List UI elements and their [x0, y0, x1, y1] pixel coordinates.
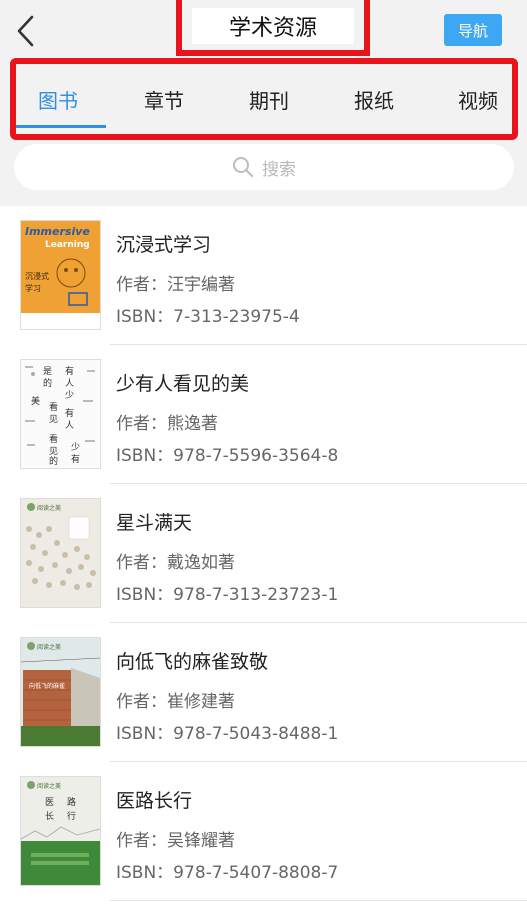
back-button[interactable] [14, 14, 36, 48]
nav-button[interactable]: 导航 [444, 14, 502, 46]
list-item[interactable]: 阅读之美 向低飞的麻雀 向低飞的麻雀致敬 作者：崔修建著 ISBN：978-7-… [0, 623, 527, 762]
svg-text:看: 看 [49, 433, 58, 445]
svg-text:少: 少 [71, 442, 80, 453]
search-placeholder: 搜索 [262, 159, 296, 180]
svg-text:的: 的 [43, 377, 52, 389]
svg-text:是: 是 [43, 366, 52, 377]
book-cover: 是的 有人少 美看见 有人 看见的 少有 [20, 359, 101, 469]
svg-text:Immersive: Immersive [25, 225, 90, 238]
svg-text:有: 有 [65, 365, 74, 377]
book-author: 作者：汪宇编著 [116, 275, 235, 295]
svg-text:人: 人 [65, 420, 74, 431]
book-title: 沉浸式学习 [116, 234, 212, 256]
tab-journals[interactable]: 期刊 [229, 77, 309, 121]
list-item[interactable]: 是的 有人少 美看见 有人 看见的 少有 少有人看见的美 作者：熊逸著 ISBN… [0, 345, 527, 484]
svg-text:阅读之美: 阅读之美 [37, 782, 61, 790]
tab-chapters[interactable]: 章节 [124, 77, 204, 121]
book-isbn: ISBN：978-7-5043-8488-1 [116, 724, 339, 744]
book-title: 少有人看见的美 [116, 373, 250, 395]
book-title: 向低飞的麻雀致敬 [116, 651, 269, 673]
tab-newspapers[interactable]: 报纸 [334, 77, 414, 121]
svg-text:Learning: Learning [45, 240, 90, 250]
book-isbn: ISBN：7-313-23975-4 [116, 307, 300, 327]
tab-books[interactable]: 图书 [18, 77, 98, 121]
svg-text:有: 有 [71, 453, 80, 465]
book-isbn: ISBN：978-7-5407-8808-7 [116, 863, 339, 883]
book-author: 作者：崔修建著 [116, 692, 235, 712]
svg-text:的: 的 [49, 455, 58, 467]
list-item[interactable]: 阅读之美 医 路 长 行 医路长行 作者：吴锋耀著 ISBN：978-7-540… [0, 762, 527, 901]
svg-text:学习: 学习 [25, 283, 41, 293]
svg-text:医: 医 [45, 797, 54, 808]
list-item[interactable]: Immersive Learning 沉浸式 学习 沉浸式学习 作者：汪宇编著 … [0, 206, 527, 345]
page-title: 学术资源 [192, 8, 354, 44]
svg-text:少: 少 [65, 390, 74, 401]
book-isbn: ISBN：978-7-5596-3564-8 [116, 446, 339, 466]
svg-text:美: 美 [31, 395, 40, 407]
svg-text:见: 见 [49, 414, 58, 425]
book-cover: 阅读之美 医 路 长 行 [20, 776, 101, 886]
svg-text:路: 路 [67, 796, 76, 808]
book-isbn: ISBN：978-7-313-23723-1 [116, 585, 339, 605]
svg-text:看: 看 [49, 401, 58, 413]
svg-text:有: 有 [65, 407, 74, 419]
divider [110, 900, 527, 901]
title-highlight-box: 学术资源 [176, 0, 370, 56]
book-cover: 阅读之美 [20, 498, 101, 608]
svg-text:向低飞的麻雀: 向低飞的麻雀 [29, 682, 65, 690]
svg-text:行: 行 [67, 810, 76, 822]
list-item[interactable]: 阅读之美 星斗满天 作者：戴逸如著 ISBN：978-7-313-23723-1 [0, 484, 527, 623]
search-icon [233, 157, 253, 177]
book-title: 医路长行 [116, 790, 193, 812]
book-title: 星斗满天 [116, 512, 193, 534]
tab-bar: 图书 章节 期刊 报纸 视频 [10, 58, 518, 140]
book-cover: Immersive Learning 沉浸式 学习 [20, 220, 101, 330]
tab-videos[interactable]: 视频 [438, 77, 518, 121]
book-list: Immersive Learning 沉浸式 学习 沉浸式学习 作者：汪宇编著 … [0, 206, 527, 901]
svg-text:沉浸式: 沉浸式 [25, 271, 49, 281]
book-cover: 阅读之美 向低飞的麻雀 [20, 637, 101, 747]
book-author: 作者：戴逸如著 [116, 553, 235, 573]
chevron-left-icon [17, 15, 34, 47]
active-tab-indicator [16, 125, 106, 128]
svg-text:长: 长 [45, 810, 54, 822]
book-author: 作者：吴锋耀著 [116, 831, 235, 851]
book-author: 作者：熊逸著 [116, 414, 218, 434]
svg-text:阅读之美: 阅读之美 [37, 504, 61, 512]
svg-text:见: 见 [49, 446, 58, 457]
app-header: 学术资源 导航 图书 章节 期刊 报纸 视频 搜索 [0, 0, 527, 206]
search-input[interactable]: 搜索 [14, 144, 514, 190]
svg-text:阅读之美: 阅读之美 [37, 643, 61, 651]
svg-text:人: 人 [65, 378, 74, 389]
